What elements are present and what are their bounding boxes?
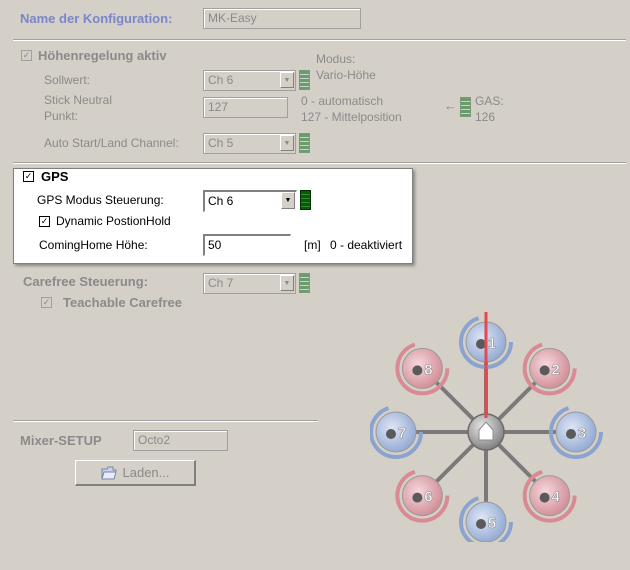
motor-8: 8 [395, 341, 450, 396]
stick-label-line1: Stick Neutral [44, 93, 113, 107]
folder-open-icon [100, 466, 117, 479]
cominghome-label: ComingHome Höhe: [39, 238, 148, 252]
motor-disc [465, 501, 507, 542]
modus-value: Vario-Höhe [316, 68, 376, 82]
mixer-label: Mixer-SETUP [20, 433, 102, 448]
motor-number-label: 5 [488, 515, 496, 532]
motor-shaft [539, 492, 550, 503]
motor-number-label: 3 [578, 425, 586, 442]
divider-top [13, 39, 626, 41]
motor-shaft [412, 492, 423, 503]
auto-start-value: Ch 5 [208, 136, 234, 150]
sollwert-level-bar [299, 70, 310, 90]
altitude-enable-checkbox[interactable]: ✓ [21, 50, 32, 61]
motor-disc [529, 347, 571, 389]
gps-modus-value: Ch 6 [208, 194, 234, 208]
motor-number-label: 6 [424, 489, 432, 506]
stick-hint-line2: 127 - Mittelposition [301, 110, 402, 124]
carefree-level-bar [299, 273, 310, 293]
dynamic-positionhold-checkbox[interactable]: ✓ [39, 216, 50, 227]
chevron-down-icon[interactable]: ▼ [281, 192, 295, 209]
gas-value: 126 [475, 110, 496, 124]
teachable-carefree-checkbox[interactable]: ✓ [41, 297, 52, 308]
motor-disc [401, 347, 443, 389]
arrow-left-icon: ← [444, 98, 457, 113]
motor-7: 7 [370, 405, 423, 459]
sollwert-value: Ch 6 [208, 73, 234, 87]
stick-neutral-input[interactable]: 127 [203, 97, 288, 118]
gps-panel: ✓ GPS GPS Modus Steuerung: Ch 6 ▼ ✓ Dyna… [13, 168, 413, 264]
cominghome-input[interactable]: 50 [203, 234, 291, 256]
motor-disc [529, 475, 571, 517]
gas-label: GAS: [475, 94, 504, 108]
motor-number-label: 8 [424, 361, 432, 378]
octocopter-diagram: 1 2 3 4 5 6 7 8 [370, 312, 603, 542]
mixer-input[interactable]: Octo2 [133, 430, 228, 451]
config-name-label: Name der Konfiguration: [20, 11, 173, 26]
load-mixer-button-label: Laden... [122, 465, 170, 480]
motor-shaft [539, 365, 550, 376]
motor-2: 2 [522, 341, 577, 396]
auto-start-level-bar [299, 133, 310, 153]
gps-enable-label: GPS [41, 169, 69, 184]
motor-disc [555, 411, 597, 453]
motor-number-label: 7 [398, 425, 406, 442]
motor-3: 3 [549, 405, 603, 459]
sollwert-label: Sollwert: [44, 73, 91, 87]
motor-shaft [476, 519, 486, 529]
motor-shaft [566, 429, 576, 439]
motor-shaft [412, 365, 423, 376]
modus-label: Modus: [316, 52, 356, 66]
load-mixer-button[interactable]: Laden... [75, 460, 196, 486]
teachable-carefree-label: Teachable Carefree [63, 295, 182, 310]
cominghome-hint: 0 - deaktiviert [330, 238, 403, 252]
stick-hint-line1: 0 - automatisch [301, 94, 384, 108]
cominghome-unit: [m] [304, 238, 321, 252]
auto-start-label: Auto Start/Land Channel: [44, 136, 179, 150]
sollwert-select[interactable]: Ch 6 ▼ [203, 70, 296, 91]
motor-5: 5 [459, 495, 513, 542]
carefree-label: Carefree Steuerung: [23, 274, 148, 289]
stick-label-line2: Punkt: [44, 109, 79, 123]
altitude-enable-label: Höhenregelung aktiv [38, 48, 167, 63]
divider-mixer [13, 420, 318, 422]
motor-number-label: 1 [488, 335, 496, 352]
carefree-select[interactable]: Ch 7 ▼ [203, 273, 296, 294]
motor-4: 4 [522, 468, 577, 523]
motor-number-label: 2 [551, 361, 559, 378]
gps-modus-label: GPS Modus Steuerung: [37, 193, 164, 207]
gps-enable-checkbox[interactable]: ✓ [23, 171, 34, 182]
gps-modus-level-bar [300, 190, 311, 210]
chevron-down-icon[interactable]: ▼ [280, 275, 294, 291]
chevron-down-icon[interactable]: ▼ [280, 72, 294, 88]
dynamic-positionhold-label: Dynamic PostionHold [56, 214, 171, 228]
motor-number-label: 4 [551, 489, 560, 506]
carefree-value: Ch 7 [208, 276, 234, 290]
divider-mid [13, 162, 626, 164]
chevron-down-icon[interactable]: ▼ [280, 135, 294, 151]
motor-disc [375, 411, 417, 453]
config-name-input[interactable]: MK-Easy [203, 8, 361, 29]
gas-level-bar [460, 97, 471, 117]
gps-modus-select[interactable]: Ch 6 ▼ [203, 190, 297, 212]
auto-start-select[interactable]: Ch 5 ▼ [203, 133, 296, 154]
motor-disc [401, 475, 443, 517]
motor-shaft [386, 429, 396, 439]
